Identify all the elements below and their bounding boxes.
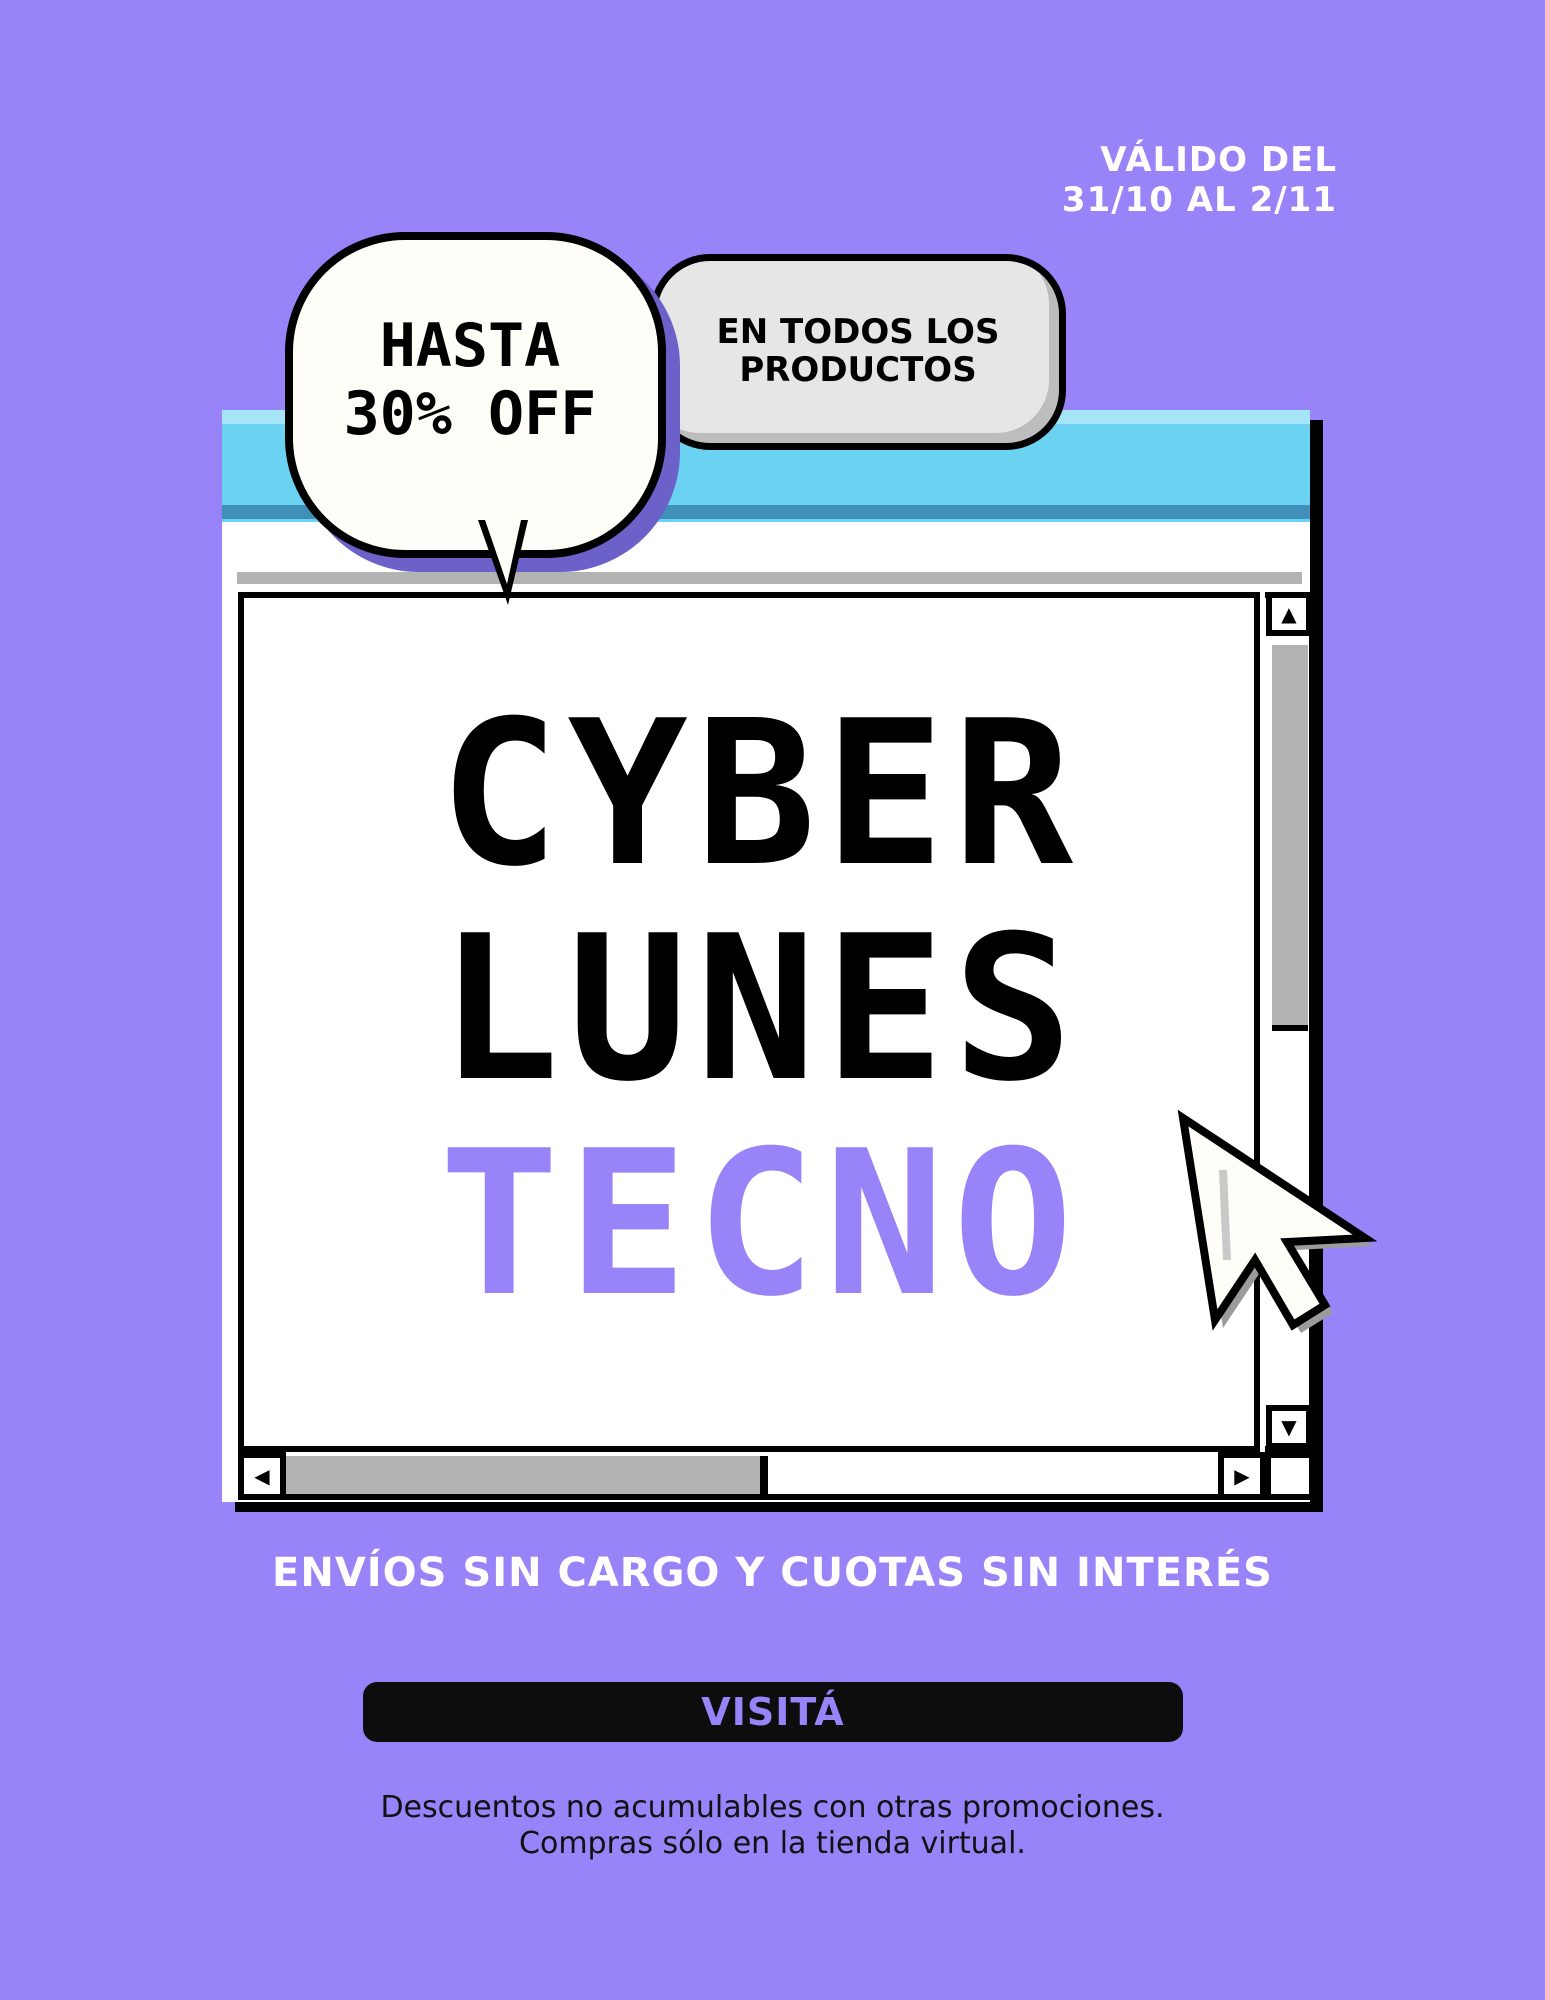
- chevron-down-icon: ▼: [1281, 1415, 1297, 1439]
- headline-tecno: TECNO: [438, 1108, 1082, 1341]
- disclaimer-line-1: Descuentos no acumulables con otras prom…: [380, 1790, 1165, 1825]
- scope-line-1: EN TODOS LOS: [716, 312, 1000, 352]
- discount-bubble-tail-fill: [485, 520, 521, 584]
- scope-bubble-text: EN TODOS LOS PRODUCTOS: [672, 313, 1044, 389]
- vertical-scroll-thumb[interactable]: [1272, 645, 1308, 1031]
- validity-dates: VÁLIDO DEL 31/10 AL 2/11: [917, 140, 1337, 220]
- scroll-down-button[interactable]: ▼: [1266, 1405, 1312, 1449]
- validity-line-1: VÁLIDO DEL: [1100, 140, 1337, 180]
- discount-bubble-text: HASTA 30% OFF: [305, 312, 635, 448]
- scope-line-2: PRODUCTOS: [739, 350, 977, 390]
- discount-line-1: HASTA: [379, 311, 561, 381]
- chevron-right-icon: ▶: [1234, 1464, 1250, 1488]
- scroll-right-button[interactable]: ▶: [1218, 1452, 1266, 1500]
- website-link[interactable]: VISITÁ WWW.SITIOINCREIBLE.COM.AR: [363, 1682, 1183, 1794]
- shipping-note: ENVÍOS SIN CARGO Y CUOTAS SIN INTERÉS: [272, 1550, 1273, 1596]
- scroll-up-button[interactable]: ▲: [1266, 592, 1312, 636]
- horizontal-scroll-thumb[interactable]: [285, 1456, 768, 1494]
- disclaimer-line-2: Compras sólo en la tienda virtual.: [519, 1826, 1026, 1861]
- disclaimer: Descuentos no acumulables con otras prom…: [0, 1790, 1545, 1862]
- chevron-up-icon: ▲: [1281, 602, 1297, 626]
- scroll-left-button[interactable]: ◀: [238, 1452, 286, 1500]
- validity-line-2: 31/10 AL 2/11: [1061, 180, 1337, 220]
- headline-cyber: CYBER: [438, 678, 1082, 911]
- chevron-left-icon: ◀: [254, 1464, 270, 1488]
- headline-lunes: LUNES: [438, 893, 1082, 1126]
- discount-line-2: 30% OFF: [343, 379, 597, 449]
- pointer-cursor-icon: [1177, 1110, 1378, 1333]
- scroll-corner: [1265, 1452, 1315, 1500]
